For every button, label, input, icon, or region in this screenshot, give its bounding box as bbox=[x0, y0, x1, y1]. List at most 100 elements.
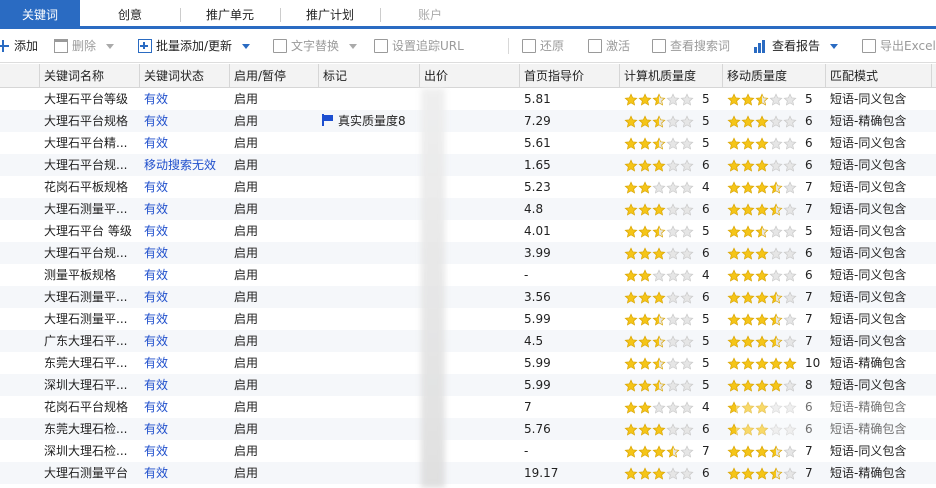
pc-quality-score: 6 bbox=[702, 290, 710, 304]
match-mode-cell: 短语-同义包含 bbox=[830, 92, 907, 106]
enabled-cell: 启用 bbox=[234, 290, 259, 304]
header-keyword-status[interactable]: 关键词状态 bbox=[140, 64, 230, 88]
match-mode-cell: 短语-同义包含 bbox=[830, 378, 907, 392]
header-mark[interactable]: 标记 bbox=[319, 64, 420, 88]
table-row[interactable]: 东莞大理石平... 有效 启用 5.99 5 10 短语-精确包含 bbox=[0, 352, 936, 374]
tab-ad-group[interactable]: 推广单元 bbox=[182, 0, 278, 26]
text-replace-button[interactable]: 文字替换 bbox=[273, 29, 358, 63]
keyword-status-cell[interactable]: 有效 bbox=[140, 198, 230, 220]
guide-price-cell: - bbox=[524, 268, 529, 282]
keyword-status-cell[interactable]: 有效 bbox=[140, 396, 230, 418]
keyword-status-cell[interactable]: 有效 bbox=[140, 242, 230, 264]
mark-cell bbox=[319, 176, 420, 198]
mark-cell bbox=[319, 396, 420, 418]
keyword-status-cell[interactable]: 有效 bbox=[140, 286, 230, 308]
table-row[interactable]: 大理石平台 等级 有效 启用 4.01 5 5 短语-同义包含 bbox=[0, 220, 936, 242]
pc-quality-cell: 4 bbox=[620, 396, 723, 418]
keyword-name-cell: 大理石测量平... bbox=[44, 202, 128, 216]
keyword-name-cell: 大理石平台规... bbox=[44, 246, 128, 260]
mobile-quality-score: 7 bbox=[805, 466, 813, 480]
star-icon bbox=[666, 92, 680, 106]
keyword-status-cell[interactable]: 有效 bbox=[140, 440, 230, 462]
keyword-status-cell[interactable]: 有效 bbox=[140, 132, 230, 154]
header-enabled[interactable]: 启用/暂停 bbox=[230, 64, 319, 88]
star-icon bbox=[638, 92, 652, 106]
mobile-quality-score: 7 bbox=[805, 444, 813, 458]
keyword-status-cell[interactable]: 有效 bbox=[140, 88, 230, 110]
header-pc-quality[interactable]: 计算机质量度 bbox=[620, 64, 723, 88]
keyword-status-cell[interactable]: 有效 bbox=[140, 308, 230, 330]
header-bid[interactable]: 出价 bbox=[420, 64, 520, 88]
tab-creative[interactable]: 创意 bbox=[82, 0, 178, 26]
keyword-status-cell[interactable]: 有效 bbox=[140, 352, 230, 374]
table-row[interactable]: 大理石平台等级 有效 启用 5.81 5 5 短语-同义包含 bbox=[0, 88, 936, 110]
table-row[interactable]: 大理石平台规格 有效 启用 真实质量度8 7.29 5 6 短语-精确包含 bbox=[0, 110, 936, 132]
table-row[interactable]: 大理石测量平台 有效 启用 19.17 6 7 短语-精确包含 bbox=[0, 462, 936, 484]
table-row[interactable]: 广东大理石平... 有效 启用 4.5 5 7 短语-同义包含 bbox=[0, 330, 936, 352]
star-icon bbox=[741, 290, 755, 304]
keyword-status-cell[interactable]: 有效 bbox=[140, 418, 230, 440]
star-icon bbox=[638, 422, 652, 436]
keyword-status-cell[interactable]: 有效 bbox=[140, 220, 230, 242]
star-icon bbox=[638, 466, 652, 480]
table-row[interactable]: 深圳大理石平... 有效 启用 5.99 5 8 短语-同义包含 bbox=[0, 374, 936, 396]
header-match-mode[interactable]: 匹配模式 bbox=[826, 64, 932, 88]
view-report-button[interactable]: 查看报告 bbox=[754, 29, 839, 63]
delete-button[interactable]: 删除 bbox=[54, 29, 115, 63]
guide-price-cell: 7 bbox=[524, 400, 532, 414]
mobile-quality-cell: 6 bbox=[723, 264, 826, 286]
keyword-status-cell[interactable]: 有效 bbox=[140, 330, 230, 352]
restore-button[interactable]: 还原 bbox=[522, 29, 564, 63]
table-row[interactable]: 大理石测量平... 有效 启用 4.8 6 7 短语-同义包含 bbox=[0, 198, 936, 220]
keyword-status-cell[interactable]: 有效 bbox=[140, 462, 230, 484]
activate-button[interactable]: 激活 bbox=[588, 29, 630, 63]
star-icon bbox=[624, 422, 638, 436]
header-keyword-name[interactable]: 关键词名称 bbox=[40, 64, 140, 88]
star-icon bbox=[666, 400, 680, 414]
star-icon bbox=[666, 180, 680, 194]
keyword-name-cell: 东莞大理石平... bbox=[44, 356, 128, 370]
star-icon bbox=[769, 466, 783, 480]
mark-cell bbox=[319, 286, 420, 308]
keyword-status-cell[interactable]: 有效 bbox=[140, 110, 230, 132]
tab-campaign[interactable]: 推广计划 bbox=[282, 0, 378, 26]
tracking-url-button[interactable]: 设置追踪URL bbox=[374, 29, 464, 63]
header-mobile-quality[interactable]: 移动质量度 bbox=[723, 64, 826, 88]
table-row[interactable]: 大理石测量平... 有效 启用 3.56 6 7 短语-同义包含 bbox=[0, 286, 936, 308]
star-icon bbox=[769, 180, 783, 194]
tab-account[interactable]: 账户 bbox=[382, 0, 478, 26]
header-guide-price[interactable]: 首页指导价 bbox=[520, 64, 620, 88]
keyword-status-cell[interactable]: 有效 bbox=[140, 264, 230, 286]
guide-price-cell: 7.29 bbox=[524, 114, 551, 128]
tab-keywords[interactable]: 关键词 bbox=[0, 0, 80, 26]
table-row[interactable]: 花岗石平板规格 有效 启用 5.23 4 7 短语-同义包含 bbox=[0, 176, 936, 198]
star-icon bbox=[638, 400, 652, 414]
quality-stars bbox=[727, 334, 797, 349]
add-button[interactable]: 添加 bbox=[0, 29, 38, 63]
table-row[interactable]: 测量平板规格 有效 启用 - 4 6 短语-同义包含 bbox=[0, 264, 936, 286]
keyword-status-cell[interactable]: 有效 bbox=[140, 176, 230, 198]
chevron-down-icon bbox=[830, 43, 839, 49]
table-row[interactable]: 大理石平台规... 移动搜索无效 启用 1.65 6 6 短语-同义包含 bbox=[0, 154, 936, 176]
mobile-quality-score: 7 bbox=[805, 334, 813, 348]
star-icon bbox=[680, 334, 694, 348]
export-excel-button[interactable]: 导出Excel bbox=[862, 29, 936, 63]
match-mode-cell: 短语-同义包含 bbox=[830, 158, 907, 172]
star-icon bbox=[652, 114, 666, 128]
pc-quality-score: 4 bbox=[702, 180, 710, 194]
star-icon bbox=[727, 224, 741, 238]
pc-quality-score: 6 bbox=[702, 246, 710, 260]
view-search-terms-button[interactable]: 查看搜索词 bbox=[652, 29, 730, 63]
plus-icon bbox=[0, 39, 10, 53]
keyword-status-cell[interactable]: 移动搜索无效 bbox=[140, 154, 230, 176]
batch-add-button[interactable]: 批量添加/更新 bbox=[138, 29, 251, 63]
star-icon bbox=[652, 92, 666, 106]
star-icon bbox=[769, 312, 783, 326]
pc-quality-cell: 6 bbox=[620, 462, 723, 484]
table-row[interactable]: 大理石测量平... 有效 启用 5.99 5 7 短语-同义包含 bbox=[0, 308, 936, 330]
keyword-status-cell[interactable]: 有效 bbox=[140, 374, 230, 396]
table-row[interactable]: 大理石平台精... 有效 启用 5.61 5 6 短语-同义包含 bbox=[0, 132, 936, 154]
tracking-url-label: 设置追踪URL bbox=[392, 39, 464, 53]
mobile-quality-cell: 6 bbox=[723, 242, 826, 264]
table-row[interactable]: 大理石平台规... 有效 启用 3.99 6 6 短语-同义包含 bbox=[0, 242, 936, 264]
